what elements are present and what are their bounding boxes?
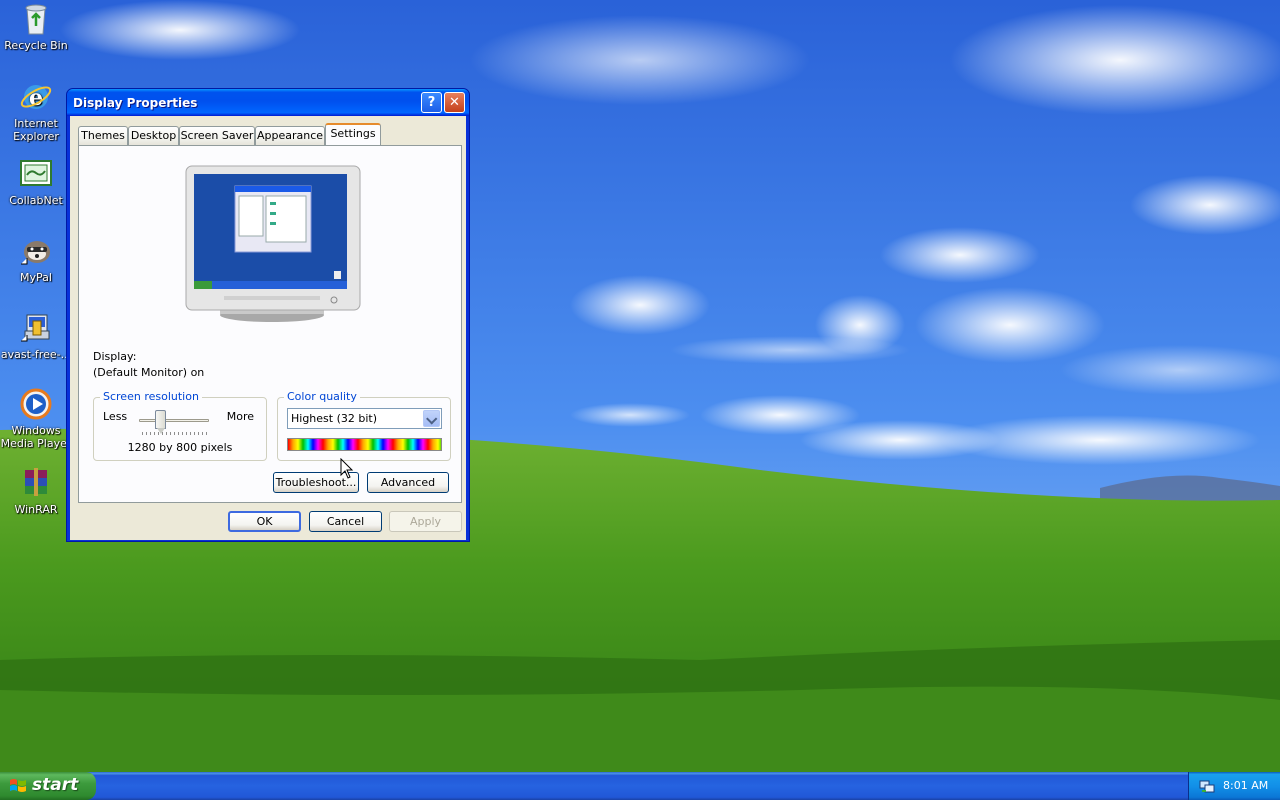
color-quality-selected: Highest (32 bit) — [291, 412, 378, 425]
color-quality-group: Color quality Highest (32 bit) — [277, 390, 451, 461]
apply-button[interactable]: Apply — [389, 511, 462, 532]
desktop-icon-recycle-bin[interactable]: Recycle Bin — [0, 2, 74, 52]
desktop-icon-label-line1: Internet — [14, 117, 58, 130]
more-label: More — [226, 410, 254, 423]
windows-media-player-icon — [19, 387, 53, 421]
desktop-icon-label: avast-free-... — [0, 348, 72, 361]
screen-resolution-legend: Screen resolution — [100, 390, 202, 403]
collabnet-icon — [19, 157, 53, 191]
desktop-icon-avast[interactable]: avast-free-... — [0, 311, 74, 361]
window-title: Display Properties — [73, 96, 198, 110]
taskbar: start 8:01 AM — [0, 772, 1280, 800]
winrar-icon — [19, 466, 53, 500]
mypal-icon — [19, 234, 53, 268]
color-spectrum-bar — [287, 438, 442, 451]
desktop-icon-collabnet[interactable]: CollabNet — [0, 157, 74, 207]
resolution-value: 1280 by 800 pixels — [127, 441, 233, 454]
dialog-body: Themes Desktop Screen Saver Appearance S… — [70, 116, 466, 540]
resolution-slider-thumb[interactable] — [154, 410, 166, 434]
desktop-icon-label: CollabNet — [9, 194, 63, 207]
desktop-icon-label-line2: Explorer — [13, 130, 59, 143]
desktop-icon-label-line2: Media Player — [0, 437, 72, 450]
desktop-icon-label-line1: Windows — [11, 424, 61, 437]
clock[interactable]: 8:01 AM — [1223, 779, 1268, 792]
cancel-button[interactable]: Cancel — [309, 511, 382, 532]
windows-logo-icon — [10, 779, 26, 792]
tab-screen-saver[interactable]: Screen Saver — [179, 126, 255, 145]
desktop-icon-winrar[interactable]: WinRAR — [0, 466, 74, 516]
start-button[interactable]: start — [0, 772, 96, 800]
title-bar[interactable]: Display Properties ? ✕ — [67, 89, 469, 116]
recycle-bin-icon — [19, 2, 53, 36]
screen-resolution-group: Screen resolution Less More 1280 by 800 … — [93, 390, 267, 461]
advanced-button[interactable]: Advanced — [367, 472, 449, 493]
ok-button[interactable]: OK — [228, 511, 301, 532]
tab-settings[interactable]: Settings — [325, 123, 381, 145]
tab-themes[interactable]: Themes — [78, 126, 128, 145]
settings-tab-panel: Display: (Default Monitor) on Screen res… — [78, 145, 462, 503]
desktop-icon-label: WinRAR — [14, 503, 58, 516]
system-tray: 8:01 AM — [1188, 772, 1280, 800]
network-tray-icon[interactable] — [1199, 778, 1215, 794]
resolution-slider-ticks — [142, 432, 208, 435]
color-quality-legend: Color quality — [284, 390, 360, 403]
help-icon: ? — [427, 95, 436, 110]
chevron-down-icon[interactable] — [423, 410, 440, 427]
display-value: (Default Monitor) on — [93, 366, 205, 379]
display-label: Display: — [93, 350, 137, 363]
avast-installer-icon — [19, 311, 53, 345]
desktop-icon-internet-explorer[interactable]: e Internet Explorer — [0, 80, 74, 143]
desktop-icon-label: MyPal — [20, 271, 52, 284]
resolution-slider-track[interactable] — [139, 419, 209, 422]
start-label: start — [32, 775, 79, 795]
tab-desktop[interactable]: Desktop — [128, 126, 179, 145]
desktop-icon-label: Recycle Bin — [4, 39, 68, 52]
internet-explorer-icon: e — [19, 80, 53, 114]
display-properties-window: Display Properties ? ✕ Themes Desktop Sc… — [66, 88, 470, 542]
desktop-icon-windows-media-player[interactable]: Windows Media Player — [0, 387, 74, 450]
less-label: Less — [103, 410, 128, 423]
color-quality-dropdown[interactable]: Highest (32 bit) — [287, 408, 442, 429]
desktop-icon-mypal[interactable]: MyPal — [0, 234, 74, 284]
close-button[interactable]: ✕ — [444, 92, 465, 113]
help-button[interactable]: ? — [421, 92, 442, 113]
mouse-cursor-icon — [340, 458, 354, 479]
close-icon: ✕ — [449, 95, 460, 110]
monitor-illustration — [185, 165, 361, 322]
monitor-preview — [184, 164, 362, 324]
tab-appearance[interactable]: Appearance — [255, 126, 325, 145]
